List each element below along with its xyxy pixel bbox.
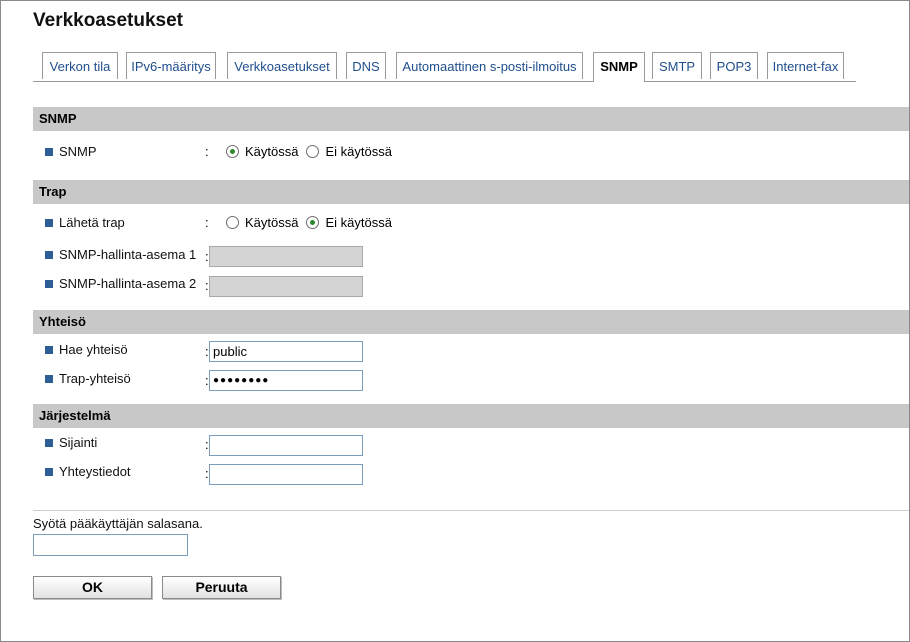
location-field[interactable]: [209, 435, 363, 456]
snmp-disabled-label: Ei käytössä: [325, 144, 392, 159]
get-community-field[interactable]: public: [209, 341, 363, 362]
station2-label: SNMP-hallinta-asema 2: [59, 276, 197, 291]
ok-button[interactable]: OK: [33, 576, 152, 599]
tab-smtp[interactable]: SMTP: [652, 52, 702, 79]
bullet-icon: [45, 468, 53, 476]
tab-dns[interactable]: DNS: [346, 52, 386, 79]
tab-bar: Verkon tila IPv6-määritys Verkkoasetukse…: [33, 52, 856, 82]
station2-row-label: SNMP-hallinta-asema 2: [45, 274, 196, 294]
send-trap-label: Lähetä trap: [59, 215, 125, 230]
cancel-button[interactable]: Peruuta: [162, 576, 281, 599]
section-header-system: Järjestelmä: [33, 404, 909, 428]
divider: [33, 510, 909, 511]
station1-row-label: SNMP-hallinta-asema 1: [45, 245, 196, 265]
bullet-icon: [45, 219, 53, 227]
bullet-icon: [45, 280, 53, 288]
snmp-station2-field[interactable]: [209, 276, 363, 297]
admin-password-field[interactable]: [33, 534, 188, 556]
trap-community-label: Trap-yhteisö: [59, 371, 131, 386]
tab-snmp[interactable]: SNMP: [593, 52, 645, 82]
station1-label: SNMP-hallinta-asema 1: [59, 247, 197, 262]
contact-field[interactable]: [209, 464, 363, 485]
snmp-enabled-radio[interactable]: [226, 145, 239, 158]
send-trap-enabled-radio[interactable]: [226, 216, 239, 229]
page-title: Verkkoasetukset: [33, 10, 183, 31]
snmp-enabled-label: Käytössä: [245, 144, 299, 159]
tab-pop3[interactable]: POP3: [710, 52, 758, 79]
snmp-row-label: SNMP: [45, 142, 97, 162]
colon-separator: :: [205, 215, 209, 230]
bullet-icon: [45, 375, 53, 383]
tab-internet-fax[interactable]: Internet-fax: [767, 52, 844, 79]
get-community-row-label: Hae yhteisö: [45, 340, 128, 360]
section-header-trap: Trap: [33, 180, 909, 204]
location-row-label: Sijainti: [45, 433, 97, 453]
send-trap-row-label: Lähetä trap: [45, 213, 125, 233]
section-header-community: Yhteisö: [33, 310, 909, 334]
tab-verkkoasetukset[interactable]: Verkkoasetukset: [227, 52, 337, 79]
snmp-disabled-radio[interactable]: [306, 145, 320, 158]
bullet-icon: [45, 346, 53, 354]
snmp-station1-field[interactable]: [209, 246, 363, 267]
get-community-label: Hae yhteisö: [59, 342, 128, 357]
password-prompt: Syötä pääkäyttäjän salasana.: [33, 516, 203, 531]
trap-community-field[interactable]: ●●●●●●●●: [209, 370, 363, 391]
location-label: Sijainti: [59, 435, 98, 450]
send-trap-radio-group: Käytössä Ei käytössä: [226, 213, 400, 233]
bullet-icon: [45, 251, 53, 259]
snmp-radio-group: Käytössä Ei käytössä: [226, 142, 400, 162]
contact-label: Yhteystiedot: [59, 464, 131, 479]
send-trap-enabled-label: Käytössä: [245, 215, 299, 230]
tab-verkon-tila[interactable]: Verkon tila: [42, 52, 118, 79]
contact-row-label: Yhteystiedot: [45, 462, 131, 482]
section-header-snmp: SNMP: [33, 107, 909, 131]
send-trap-disabled-label: Ei käytössä: [325, 215, 392, 230]
bullet-icon: [45, 148, 53, 156]
send-trap-disabled-radio[interactable]: [306, 216, 320, 229]
colon-separator: :: [205, 144, 209, 159]
tab-automaattinen-s-posti-ilmoitus[interactable]: Automaattinen s-posti-ilmoitus: [396, 52, 583, 79]
bullet-icon: [45, 439, 53, 447]
trap-community-row-label: Trap-yhteisö: [45, 369, 131, 389]
snmp-label: SNMP: [59, 144, 97, 159]
tab-ipv6-maaritys[interactable]: IPv6-määritys: [126, 52, 216, 79]
